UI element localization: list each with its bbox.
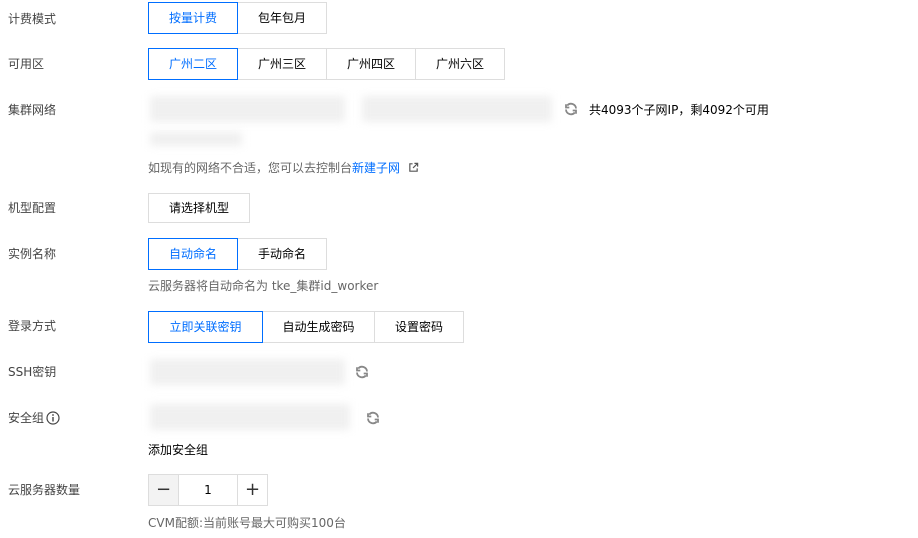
billing-label: 计费模式 [8, 12, 57, 26]
refresh-icon[interactable] [563, 101, 579, 117]
zone-option-gz2[interactable]: 广州二区 [148, 48, 238, 80]
select-machine-button[interactable]: 请选择机型 [148, 193, 250, 223]
instance-name-selector: 自动命名 手动命名 [148, 238, 327, 270]
security-group-select-redacted[interactable] [150, 404, 350, 430]
zone-label: 可用区 [8, 57, 45, 71]
security-group-label: 安全组 [8, 411, 45, 425]
security-group-label-wrap: 安全组 [8, 410, 60, 426]
billing-option-monthly[interactable]: 包年包月 [237, 2, 327, 34]
login-selector: 立即关联密钥 自动生成密码 设置密码 [148, 311, 464, 343]
vpc-select-redacted[interactable] [150, 96, 345, 122]
external-link-icon[interactable] [408, 162, 419, 173]
increment-button[interactable]: + [237, 474, 268, 506]
login-option-setpwd[interactable]: 设置密码 [374, 311, 464, 343]
instance-name-manual[interactable]: 手动命名 [237, 238, 327, 270]
instance-name-hint: 云服务器将自动命名为 tke_集群id_worker [148, 279, 379, 293]
machine-label: 机型配置 [8, 201, 57, 215]
quantity-input[interactable] [179, 474, 237, 506]
refresh-icon[interactable] [365, 410, 381, 426]
ssh-key-select-redacted[interactable] [150, 359, 345, 385]
zone-option-gz6[interactable]: 广州六区 [415, 48, 505, 80]
zone-option-gz3[interactable]: 广州三区 [237, 48, 327, 80]
ssh-label: SSH密钥 [8, 365, 57, 379]
login-option-autopwd[interactable]: 自动生成密码 [262, 311, 375, 343]
refresh-icon[interactable] [354, 364, 370, 380]
info-icon[interactable] [46, 411, 60, 425]
add-security-group-link[interactable]: 添加安全组 [148, 442, 208, 458]
cvm-quota-hint: CVM配额:当前账号最大可购买100台 [148, 516, 346, 530]
zone-selector: 广州二区 广州三区 广州四区 广州六区 [148, 48, 505, 80]
network-label: 集群网络 [8, 103, 57, 117]
billing-selector: 按量计费 包年包月 [148, 2, 327, 34]
network-detail-redacted [150, 132, 242, 146]
subnet-select-redacted[interactable] [362, 96, 552, 122]
network-hint: 如现有的网络不合适，您可以去控制台新建子网 [148, 160, 419, 176]
create-subnet-link[interactable]: 新建子网 [352, 161, 400, 175]
instance-name-auto[interactable]: 自动命名 [148, 238, 238, 270]
quantity-stepper: − + [148, 474, 268, 506]
login-option-key[interactable]: 立即关联密钥 [148, 311, 263, 343]
login-label: 登录方式 [8, 319, 57, 333]
network-hint-text: 如现有的网络不合适，您可以去控制台 [148, 161, 353, 175]
instance-name-label: 实例名称 [8, 247, 57, 261]
count-label: 云服务器数量 [8, 483, 81, 497]
billing-option-payg[interactable]: 按量计费 [148, 2, 238, 34]
subnet-ip-info: 共4093个子网IP，剩4092个可用 [589, 103, 769, 117]
zone-option-gz4[interactable]: 广州四区 [326, 48, 416, 80]
decrement-button[interactable]: − [148, 474, 179, 506]
